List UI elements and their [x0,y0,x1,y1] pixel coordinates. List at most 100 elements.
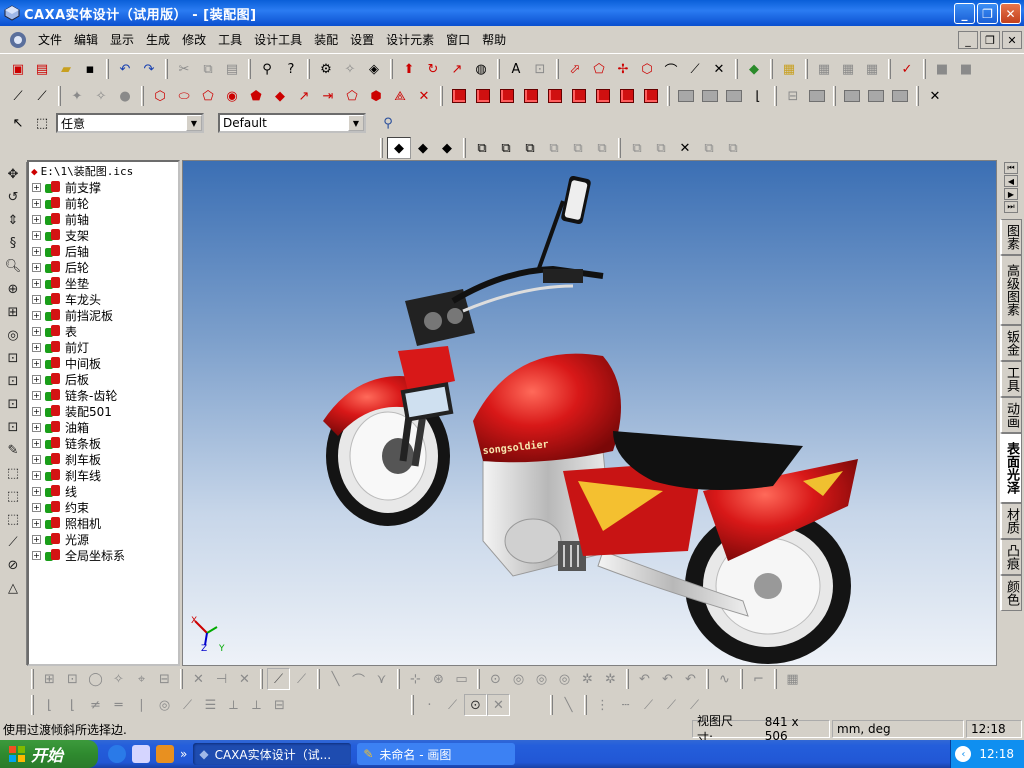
menu-design-elements[interactable]: 设计元素 [380,26,440,54]
assembly-icon[interactable]: ◆ [742,58,766,80]
text-icon[interactable]: A [504,58,528,80]
angle-tool-icon[interactable]: ⋎ [370,668,393,690]
sketch-tool-icon-3[interactable]: ◯ [84,668,107,690]
move-face-icon[interactable]: ⬀ [563,58,587,80]
anchor-icon[interactable]: ✧ [89,85,113,107]
constraint-icon-8[interactable]: ☰ [199,694,222,716]
primitive-icon-1[interactable]: ⬡ [148,85,172,107]
expand-plus-icon[interactable]: + [32,214,41,224]
expand-plus-icon[interactable]: + [32,470,41,480]
constraint-icon-5[interactable]: ∣ [130,694,153,716]
menu-view[interactable]: 显示 [104,26,140,54]
tab-prev-icon[interactable]: ◀ [1004,175,1018,187]
snap-icon-1[interactable]: · [418,694,441,716]
circle-tool-icon-3[interactable]: ◎ [530,668,553,690]
tree-item[interactable]: + 后板 [29,371,178,387]
sketch-tool-icon-1[interactable]: ⊞ [38,668,61,690]
open-folder-icon[interactable]: ▰ [54,58,78,80]
catalog-icon[interactable]: ▦ [777,58,801,80]
vertical-tab[interactable]: 高级图素 [1000,255,1022,325]
fit-icon[interactable]: ⊞ [1,301,25,323]
table-tool-icon[interactable]: ▦ [781,668,804,690]
cube-icon-7[interactable] [591,85,615,107]
constraint-icon-4[interactable]: ═ [107,694,130,716]
gray-tool-icon-7[interactable] [864,85,888,107]
dim-icon-3[interactable]: ┄ [614,694,637,716]
menu-modify[interactable]: 修改 [176,26,212,54]
grid-icon-2[interactable]: ▦ [836,58,860,80]
face-edit-icon[interactable]: ⬠ [587,58,611,80]
select-box-icon[interactable]: ⬚ [30,112,54,134]
task-caxa[interactable]: ◆ CAXA实体设计（试... [193,743,352,765]
new-design-icon[interactable]: ▤ [30,58,54,80]
tree-item[interactable]: + 前轴 [29,211,178,227]
gray-tool-icon-6[interactable] [840,85,864,107]
cube-icon-5[interactable] [543,85,567,107]
tray-expand-icon[interactable]: ‹ [955,746,972,762]
split-icon[interactable]: ✕ [707,58,731,80]
expand-plus-icon[interactable]: + [32,342,41,352]
hierarchy-icon[interactable]: ⚲ [376,112,400,134]
tab-next-icon[interactable]: ▶ [1004,188,1018,200]
layer-icon-10[interactable]: ⧉ [697,137,721,159]
paint-icon[interactable]: ● [113,85,137,107]
expand-plus-icon[interactable]: + [32,486,41,496]
filter-select[interactable]: 任意 ▼ [56,113,204,133]
tab-first-icon[interactable]: ⏮ [1004,162,1018,174]
tree-item[interactable]: + 线 [29,483,178,499]
render-icon[interactable]: ⚙ [314,58,338,80]
sweep-icon[interactable]: ↗ [445,58,469,80]
constraint-icon-1[interactable]: ⌊ [38,694,61,716]
close-button[interactable]: ✕ [1000,3,1021,24]
tree-item[interactable]: + 刹车线 [29,467,178,483]
expand-plus-icon[interactable]: + [32,550,41,560]
circle-tool-icon-5[interactable]: ✲ [576,668,599,690]
motorcycle-model[interactable]: songsoldier X Y Z [183,161,997,666]
render-mode-icon-1[interactable]: ◆ [387,137,411,159]
undo-icon[interactable]: ↶ [113,58,137,80]
draw-icon[interactable]: △ [1,577,25,599]
layer-icon-5[interactable]: ⧉ [566,137,590,159]
tree-item[interactable]: + 装配501 [29,403,178,419]
primitive-icon-9[interactable]: ⬠ [340,85,364,107]
sketch-tool-icon-6[interactable]: ⊟ [153,668,176,690]
sketch-tool-icon-8[interactable]: ⊣ [210,668,233,690]
cut-icon[interactable]: ✂ [172,58,196,80]
vertical-tab[interactable]: 工具 [1000,361,1022,397]
extrude-icon[interactable]: ⬆ [397,58,421,80]
paste-icon[interactable]: ▤ [220,58,244,80]
sketch-tool-icon-11[interactable]: ⟋ [290,668,313,690]
help-pointer-icon[interactable]: ? [279,58,303,80]
tree-item[interactable]: + 刹车板 [29,451,178,467]
sketch-tool-icon-2[interactable]: ⊡ [61,668,84,690]
primitive-icon-2[interactable]: ⬭ [172,85,196,107]
restore-button[interactable]: ❐ [977,3,998,24]
redo-icon[interactable]: ↷ [137,58,161,80]
tree-item[interactable]: + 支架 [29,227,178,243]
layer-icon-4[interactable]: ⧉ [542,137,566,159]
primitive-icon-8[interactable]: ⇥ [316,85,340,107]
section-icon[interactable]: ⬚ [1,462,25,484]
desktop-icon[interactable] [132,745,150,763]
expand-plus-icon[interactable]: + [32,374,41,384]
primitive-icon-6[interactable]: ◆ [268,85,292,107]
menu-tools[interactable]: 工具 [212,26,248,54]
surface-icon[interactable]: ⊘ [1,554,25,576]
expand-plus-icon[interactable]: + [32,326,41,336]
primitive-icon-4[interactable]: ◉ [220,85,244,107]
primitive-icon-11[interactable]: ⟁ [388,85,412,107]
primitive-icon-7[interactable]: ↗ [292,85,316,107]
section-plane-icon[interactable]: ⬚ [1,485,25,507]
tree-item[interactable]: + 后轮 [29,259,178,275]
menu-design-tools[interactable]: 设计工具 [248,26,308,54]
layer-icon-3[interactable]: ⧉ [518,137,542,159]
tab-last-icon[interactable]: ⏭ [1004,201,1018,213]
shell-icon[interactable]: ⬡ [635,58,659,80]
cube-icon-4[interactable] [519,85,543,107]
primitive-icon-10[interactable]: ⬢ [364,85,388,107]
point-tool-icon[interactable]: ⊹ [404,668,427,690]
copy-icon[interactable]: ⧉ [196,58,220,80]
layer-icon-1[interactable]: ⧉ [470,137,494,159]
constraint-icon-9[interactable]: ⟂ [222,694,245,716]
tree-root[interactable]: ◆ E:\1\装配图.ics [29,163,178,179]
